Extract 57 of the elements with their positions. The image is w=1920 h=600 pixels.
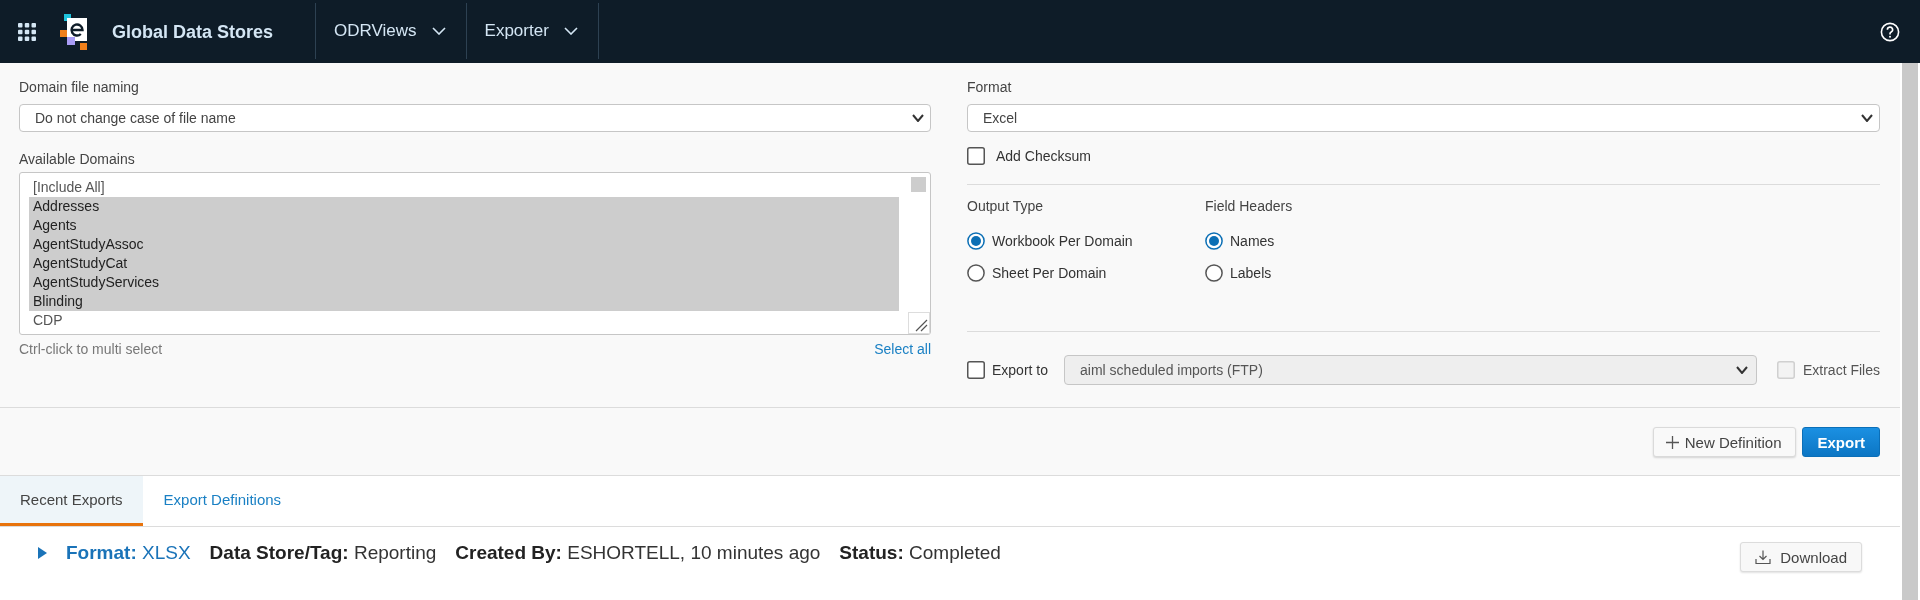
new-definition-button[interactable]: New Definition bbox=[1652, 427, 1797, 457]
group-label: Field Headers bbox=[1205, 197, 1293, 215]
field-label: Format bbox=[967, 78, 1012, 96]
hint-text: Ctrl-click to multi select bbox=[19, 340, 163, 358]
list-item[interactable]: Agents bbox=[29, 216, 899, 235]
checkbox-label: Extract Files bbox=[1803, 361, 1880, 379]
field-label: Domain file naming bbox=[19, 78, 139, 96]
radio-label: Workbook Per Domain bbox=[992, 232, 1133, 250]
checkbox-label: Add Checksum bbox=[996, 147, 1091, 165]
select-all-link[interactable]: Select all bbox=[874, 340, 931, 358]
checkbox[interactable] bbox=[967, 361, 985, 379]
tab[interactable]: Export Definitions bbox=[142, 476, 302, 526]
scrollbar-thumb[interactable] bbox=[1902, 63, 1918, 600]
nav-menu[interactable]: Exporter bbox=[465, 3, 599, 59]
logo-icon bbox=[59, 13, 89, 50]
radio-label: Sheet Per Domain bbox=[992, 264, 1107, 282]
field-label: Available Domains bbox=[19, 150, 135, 168]
radio-button[interactable] bbox=[1205, 264, 1223, 282]
scrollbar-thumb[interactable] bbox=[911, 177, 926, 192]
detail-text: Status: Completed bbox=[839, 541, 1001, 565]
download-button[interactable]: Download bbox=[1740, 542, 1862, 572]
list-item[interactable]: CDP bbox=[29, 311, 899, 330]
tab[interactable]: Recent Exports bbox=[0, 476, 143, 526]
detail-link[interactable]: Format: XLSX bbox=[66, 541, 191, 565]
chevron-down-icon bbox=[431, 27, 446, 35]
group-label: Output Type bbox=[967, 197, 1043, 215]
radio-label: Names bbox=[1230, 232, 1275, 250]
radio-button[interactable] bbox=[967, 264, 985, 282]
list-item[interactable]: AgentStudyServices bbox=[29, 273, 899, 292]
download-icon bbox=[1755, 549, 1772, 565]
chevron-down-icon bbox=[912, 114, 924, 122]
chevron-down-icon bbox=[1736, 366, 1748, 374]
help-icon[interactable] bbox=[1880, 21, 1900, 42]
list-item[interactable]: Blinding bbox=[29, 292, 899, 311]
detail-text: Created By: ESHORTELL, 10 minutes ago bbox=[455, 541, 821, 565]
domain-listbox[interactable]: [Include All] Addresses Agents AgentStudyAssoc AgentStudyCat AgentStudyServices Blinding CDP bbox=[19, 172, 931, 335]
plus-icon bbox=[1665, 435, 1679, 449]
radio-button[interactable] bbox=[1205, 232, 1223, 250]
list-item[interactable]: AgentStudyAssoc bbox=[29, 235, 899, 254]
app-grid-icon[interactable] bbox=[18, 22, 36, 41]
format-select[interactable]: Excel bbox=[967, 104, 1880, 132]
file-naming-select[interactable]: Do not change case of file name bbox=[19, 104, 931, 132]
chevron-down-icon bbox=[1861, 114, 1873, 122]
list-item[interactable]: [Include All] bbox=[29, 178, 899, 197]
checkbox[interactable] bbox=[967, 147, 985, 165]
radio-label: Labels bbox=[1230, 264, 1272, 282]
checkbox-label: Export to bbox=[992, 361, 1049, 379]
detail-text: Data Store/Tag: Reporting bbox=[209, 541, 437, 565]
radio-button[interactable] bbox=[967, 232, 985, 250]
list-item[interactable]: AgentStudyCat bbox=[29, 254, 899, 273]
export-button[interactable]: Export bbox=[1802, 427, 1880, 457]
app-title: Global Data Stores bbox=[112, 20, 274, 43]
list-item[interactable]: Addresses bbox=[29, 197, 899, 216]
expand-caret-icon[interactable] bbox=[38, 547, 47, 559]
chevron-down-icon bbox=[563, 27, 578, 35]
nav-menu[interactable]: ODRViews bbox=[315, 3, 466, 59]
resize-grip-icon[interactable] bbox=[908, 312, 930, 334]
